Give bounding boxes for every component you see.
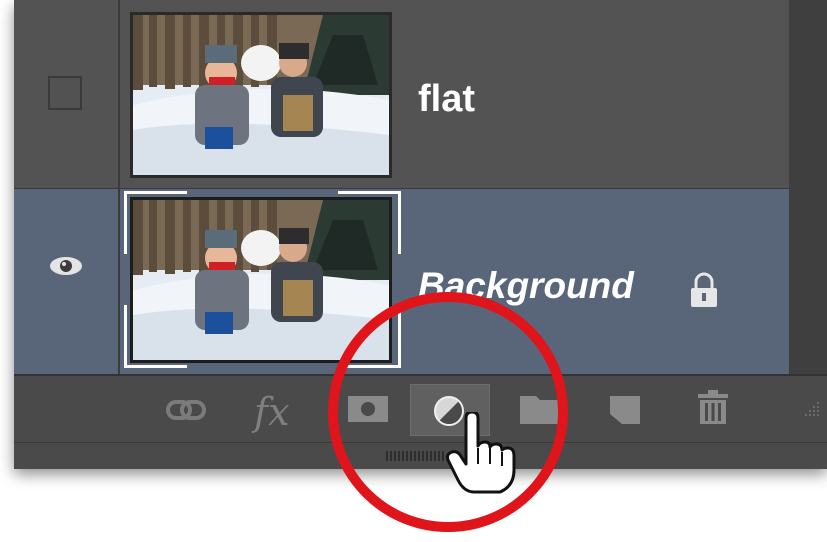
delete-layer-button[interactable]: [680, 384, 760, 436]
photo-thumbnail-icon: [133, 15, 389, 175]
visibility-column: [14, 0, 120, 188]
new-layer-button[interactable]: [594, 384, 674, 436]
selection-corner: [338, 191, 401, 254]
visibility-toggle-empty[interactable]: [48, 76, 82, 110]
layer-name[interactable]: flat: [418, 78, 475, 121]
hand-cursor-icon: [446, 412, 516, 494]
eye-icon[interactable]: [46, 251, 86, 281]
link-icon: [166, 400, 206, 420]
selection-corner: [124, 191, 187, 254]
layer-thumbnail[interactable]: [130, 12, 392, 178]
trash-icon: [698, 390, 728, 424]
resize-grip-icon[interactable]: [793, 396, 823, 426]
scrollbar-track[interactable]: [789, 0, 827, 374]
link-layers-button[interactable]: [148, 384, 228, 436]
visibility-column: [14, 189, 120, 374]
layer-style-button[interactable]: fx: [244, 384, 324, 436]
selection-corner: [124, 305, 187, 368]
fx-icon: fx: [254, 390, 290, 434]
lock-icon[interactable]: [686, 271, 722, 309]
layer-row-flat[interactable]: flat: [14, 0, 789, 189]
new-layer-icon: [610, 396, 640, 424]
